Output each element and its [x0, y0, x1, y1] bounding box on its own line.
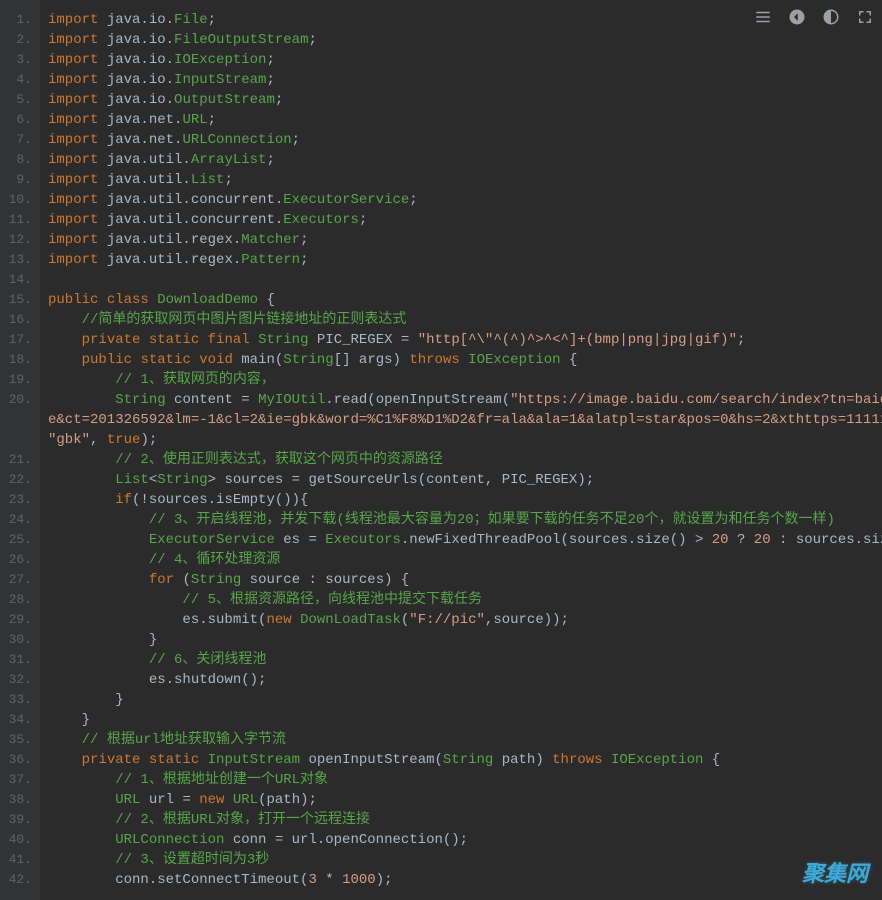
code-line: // 根据url地址获取输入字节流 — [48, 730, 882, 750]
line-number: 6. — [4, 110, 32, 130]
line-number: 24. — [4, 510, 32, 530]
line-number: 8. — [4, 150, 32, 170]
line-number: 3. — [4, 50, 32, 70]
line-number: 20. — [4, 390, 32, 450]
code-editor: 1.2.3.4.5.6.7.8.9.10.11.12.13.14.15.16.1… — [0, 0, 882, 900]
code-area[interactable]: import java.io.File;import java.io.FileO… — [40, 0, 882, 900]
line-number: 30. — [4, 630, 32, 650]
code-line: import java.util.concurrent.Executors; — [48, 210, 882, 230]
line-number: 10. — [4, 190, 32, 210]
code-line: for (String source : sources) { — [48, 570, 882, 590]
line-number: 27. — [4, 570, 32, 590]
line-number: 31. — [4, 650, 32, 670]
code-line: } — [48, 710, 882, 730]
code-line: private static InputStream openInputStre… — [48, 750, 882, 770]
code-line: //简单的获取网页中图片图片链接地址的正则表达式 — [48, 310, 882, 330]
line-number: 28. — [4, 590, 32, 610]
line-number: 40. — [4, 830, 32, 850]
code-line: // 1、根据地址创建一个URL对象 — [48, 770, 882, 790]
code-line: import java.util.ArrayList; — [48, 150, 882, 170]
line-number: 9. — [4, 170, 32, 190]
code-line: // 2、使用正则表达式，获取这个网页中的资源路径 — [48, 450, 882, 470]
line-number: 38. — [4, 790, 32, 810]
line-number: 35. — [4, 730, 32, 750]
code-line: import java.net.URLConnection; — [48, 130, 882, 150]
code-line: // 3、设置超时间为3秒 — [48, 850, 882, 870]
code-line: import java.io.OutputStream; — [48, 90, 882, 110]
code-line: ExecutorService es = Executors.newFixedT… — [48, 530, 882, 550]
code-line: List<String> sources = getSourceUrls(con… — [48, 470, 882, 490]
code-line: import java.util.regex.Matcher; — [48, 230, 882, 250]
line-number: 4. — [4, 70, 32, 90]
line-number: 33. — [4, 690, 32, 710]
toolbar — [754, 8, 874, 31]
code-line — [48, 270, 882, 290]
line-number: 36. — [4, 750, 32, 770]
code-line: } — [48, 690, 882, 710]
code-line: conn.setConnectTimeout(3 * 1000); — [48, 870, 882, 890]
code-line: // 3、开启线程池，并发下载(线程池最大容量为20；如果要下载的任务不足20个… — [48, 510, 882, 530]
code-line: import java.util.concurrent.ExecutorServ… — [48, 190, 882, 210]
line-number: 16. — [4, 310, 32, 330]
fullscreen-icon[interactable] — [856, 8, 874, 31]
line-number: 15. — [4, 290, 32, 310]
code-line: import java.util.regex.Pattern; — [48, 250, 882, 270]
line-number: 13. — [4, 250, 32, 270]
code-line: es.shutdown(); — [48, 670, 882, 690]
line-number: 23. — [4, 490, 32, 510]
code-line: String content = MyIOUtil.read(openInput… — [48, 390, 882, 450]
line-number: 34. — [4, 710, 32, 730]
code-line: // 6、关闭线程池 — [48, 650, 882, 670]
line-number: 25. — [4, 530, 32, 550]
back-icon[interactable] — [788, 8, 806, 31]
code-line: import java.io.IOException; — [48, 50, 882, 70]
code-line: // 5、根据资源路径，向线程池中提交下载任务 — [48, 590, 882, 610]
code-line: // 2、根据URL对象，打开一个远程连接 — [48, 810, 882, 830]
line-number: 29. — [4, 610, 32, 630]
line-number-gutter: 1.2.3.4.5.6.7.8.9.10.11.12.13.14.15.16.1… — [0, 0, 40, 900]
line-number: 32. — [4, 670, 32, 690]
code-line: import java.io.FileOutputStream; — [48, 30, 882, 50]
code-line: if(!sources.isEmpty()){ — [48, 490, 882, 510]
code-line: import java.io.InputStream; — [48, 70, 882, 90]
code-line: import java.net.URL; — [48, 110, 882, 130]
line-number: 2. — [4, 30, 32, 50]
line-number: 37. — [4, 770, 32, 790]
line-number: 26. — [4, 550, 32, 570]
line-number: 5. — [4, 90, 32, 110]
code-line: // 1、获取网页的内容， — [48, 370, 882, 390]
code-line: public class DownloadDemo { — [48, 290, 882, 310]
line-number: 1. — [4, 10, 32, 30]
line-number: 11. — [4, 210, 32, 230]
code-line: private static final String PIC_REGEX = … — [48, 330, 882, 350]
line-number: 22. — [4, 470, 32, 490]
line-number: 17. — [4, 330, 32, 350]
line-number: 12. — [4, 230, 32, 250]
line-number: 14. — [4, 270, 32, 290]
line-number: 19. — [4, 370, 32, 390]
code-line: // 4、循环处理资源 — [48, 550, 882, 570]
line-number: 18. — [4, 350, 32, 370]
line-number: 41. — [4, 850, 32, 870]
line-number: 7. — [4, 130, 32, 150]
code-line: es.submit(new DownLoadTask("F://pic",sou… — [48, 610, 882, 630]
code-line: } — [48, 630, 882, 650]
code-line: import java.util.List; — [48, 170, 882, 190]
line-number: 21. — [4, 450, 32, 470]
line-number: 42. — [4, 870, 32, 890]
list-icon[interactable] — [754, 8, 772, 31]
code-line: public static void main(String[] args) t… — [48, 350, 882, 370]
contrast-icon[interactable] — [822, 8, 840, 31]
line-number: 39. — [4, 810, 32, 830]
code-line: URL url = new URL(path); — [48, 790, 882, 810]
code-line: URLConnection conn = url.openConnection(… — [48, 830, 882, 850]
